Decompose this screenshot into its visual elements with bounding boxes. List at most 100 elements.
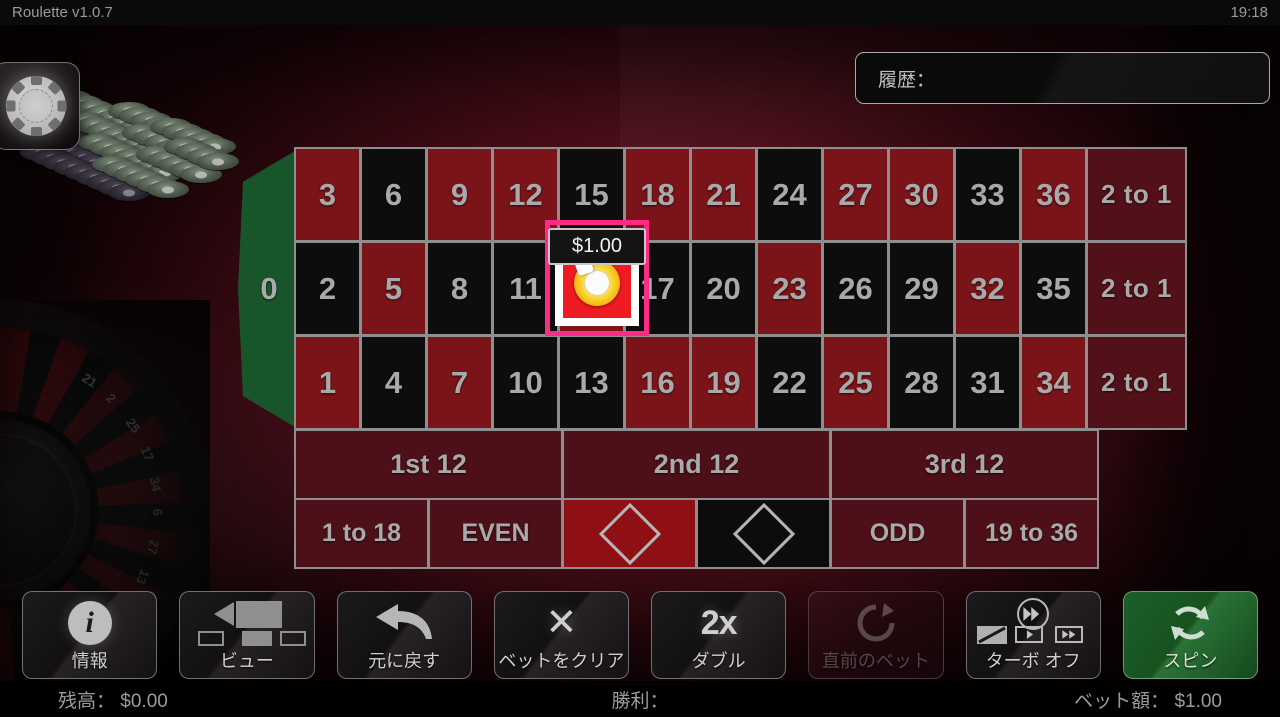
toolbar-button-clear-x[interactable]: ✕ ベットをクリア	[493, 591, 629, 679]
toolbar-button-spin[interactable]: スピン	[1122, 591, 1258, 679]
turbo-glyph	[973, 598, 1093, 646]
balance-label: 残高：	[58, 690, 116, 712]
undo-arrow-glyph	[376, 604, 433, 639]
outside-bet-1-to-18[interactable]: 1 to 18	[294, 498, 429, 569]
bet-cell-25[interactable]: 25	[822, 335, 889, 430]
chip-edge-dash	[10, 80, 26, 96]
bet-cell-16[interactable]: 16	[624, 335, 691, 430]
bet-value: $1.00	[1174, 690, 1222, 712]
bet-cell-19[interactable]: 19	[690, 335, 757, 430]
dozen-bet-1[interactable]: 1st 12	[294, 429, 563, 500]
view-icon	[180, 592, 313, 650]
toolbar-button-label: ターボ オフ	[985, 651, 1081, 671]
bet-cell-31[interactable]: 31	[954, 335, 1021, 430]
bet-cell-9[interactable]: 9	[426, 147, 493, 242]
bet-cell-label: 35	[1036, 270, 1071, 306]
toolbar-button-label: スピン	[1163, 651, 1218, 671]
column-bet-2[interactable]: 2 to 1	[1086, 241, 1187, 336]
spin-icon	[1124, 592, 1257, 650]
bet-cell-label: 34	[1036, 364, 1071, 400]
info-icon: i	[23, 592, 156, 650]
view-panel	[241, 631, 272, 646]
bet-cell-label: 11	[509, 270, 542, 306]
bet-cell-label: 5	[384, 270, 403, 306]
view-panel	[235, 601, 282, 628]
bet-cell-label: 24	[772, 176, 807, 212]
bet-cell-22[interactable]: 22	[756, 335, 823, 430]
view-glyph	[192, 601, 306, 646]
bet-cell-label: 27	[838, 176, 873, 212]
turbo-off-option	[977, 626, 1008, 644]
bet-cell-8[interactable]: 8	[426, 241, 493, 336]
bet-cell-13[interactable]: 13	[558, 335, 625, 430]
toolbar-button-double-2x[interactable]: 2x ダブル	[651, 591, 787, 679]
bet-cell-6[interactable]: 6	[360, 147, 427, 242]
number-grid: 3691215182124273033362 to 12581114172023…	[294, 147, 1187, 430]
dozen-bet-label: 1st 12	[390, 449, 467, 479]
bet-cell-35[interactable]: 35	[1020, 241, 1087, 336]
bet-cell-30[interactable]: 30	[888, 147, 955, 242]
x-glyph: ✕	[545, 602, 578, 644]
dozen-bet-3[interactable]: 3rd 12	[830, 429, 1099, 500]
bet-cell-label: 30	[904, 176, 939, 212]
bet-cell-36[interactable]: 36	[1020, 147, 1087, 242]
column-bet-3[interactable]: 2 to 1	[1086, 335, 1187, 430]
chip-pip	[195, 171, 207, 178]
bet-cell-26[interactable]: 26	[822, 241, 889, 336]
bet-cell-3[interactable]: 3	[294, 147, 361, 242]
turbo-speed-option	[1055, 626, 1084, 643]
chip-edge-dash	[10, 116, 26, 132]
bet-cell-28[interactable]: 28	[888, 335, 955, 430]
history-panel[interactable]: 履歴：	[855, 52, 1270, 104]
bet-cell-label: 29	[904, 270, 939, 306]
bet-cell-20[interactable]: 20	[690, 241, 757, 336]
toolbar-button-undo[interactable]: 元に戻す	[336, 591, 472, 679]
bet-cell-label: 28	[904, 364, 939, 400]
balance-value: $0.00	[120, 690, 168, 712]
toolbar-button-turbo-off[interactable]: ターボ オフ	[965, 591, 1101, 679]
repeat-arrow-glyph	[857, 603, 895, 642]
toolbar-button-label: ベットをクリア	[498, 651, 625, 671]
bet-cell-23[interactable]: 23	[756, 241, 823, 336]
bet-cell-27[interactable]: 27	[822, 147, 889, 242]
dozen-bet-label: 3rd 12	[924, 449, 1005, 479]
turbo-off-icon	[967, 592, 1100, 650]
bet-cell-label: 1	[318, 364, 337, 400]
outside-bet-even[interactable]: EVEN	[428, 498, 563, 569]
toolbar-button-info[interactable]: i 情報	[22, 591, 158, 679]
bet-cell-7[interactable]: 7	[426, 335, 493, 430]
bet-cell-4[interactable]: 4	[360, 335, 427, 430]
column-bet-1[interactable]: 2 to 1	[1086, 147, 1187, 242]
bet-cell-1[interactable]: 1	[294, 335, 361, 430]
bet-cell-29[interactable]: 29	[888, 241, 955, 336]
column-bet-label: 2 to 1	[1101, 179, 1172, 209]
bet-cell-label: 17	[640, 270, 675, 306]
bet-cell-21[interactable]: 21	[690, 147, 757, 242]
bet-cell-label: 12	[508, 176, 543, 212]
outside-bet-red[interactable]	[562, 498, 697, 569]
bet-cell-2[interactable]: 2	[294, 241, 361, 336]
toolbar-button-view[interactable]: ビュー	[179, 591, 315, 679]
chip-selector-button[interactable]	[0, 62, 80, 150]
dozen-bet-2[interactable]: 2nd 12	[562, 429, 831, 500]
chip-pip	[212, 158, 224, 165]
outside-bet-black[interactable]	[696, 498, 831, 569]
outside-bet-label: ODD	[869, 519, 926, 547]
bet-cell-33[interactable]: 33	[954, 147, 1021, 242]
win-status: 勝利：	[611, 686, 668, 713]
outside-bet-19-to-36[interactable]: 19 to 36	[964, 498, 1099, 569]
bet-cell-10[interactable]: 10	[492, 335, 559, 430]
bet-cell-5[interactable]: 5	[360, 241, 427, 336]
bet-cell-34[interactable]: 34	[1020, 335, 1087, 430]
outside-bet-odd[interactable]: ODD	[830, 498, 965, 569]
chip-pip	[162, 186, 174, 193]
black-diamond-icon	[732, 502, 795, 565]
bet-cell-label: 23	[772, 270, 807, 306]
placed-chip-icon	[573, 255, 620, 306]
bet-cell-32[interactable]: 32	[954, 241, 1021, 336]
undo-icon	[338, 592, 471, 650]
bet-cell-zero[interactable]: 0	[238, 148, 300, 430]
outside-bet-label: 19 to 36	[984, 519, 1079, 547]
bet-cell-24[interactable]: 24	[756, 147, 823, 242]
bet-amount-tooltip-text: $1.00	[571, 235, 623, 257]
